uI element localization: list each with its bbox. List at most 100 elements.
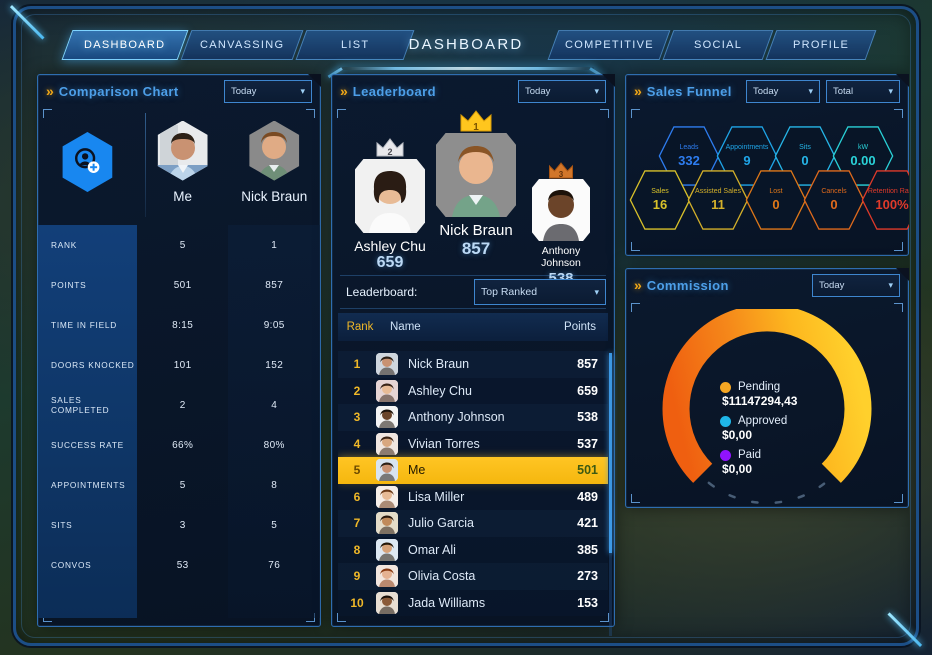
comparison-row-label: RANK — [51, 240, 78, 250]
comparison-row: SUCCESS RATE — [38, 425, 137, 465]
row-rank: 10 — [350, 595, 364, 610]
commission-legend-item: Paid $0,00 — [720, 449, 797, 476]
main-tab-bar: DASHBOARD CANVASSING LIST COMPETITIVE SO… — [23, 28, 909, 79]
comparison-value-other: 80% — [263, 439, 285, 451]
legend-label: Pending — [738, 381, 781, 393]
funnel-cell-value: 9 — [743, 152, 751, 168]
row-rank: 9 — [353, 569, 361, 584]
avatar — [249, 120, 300, 181]
comparison-values-me: 5 501 8:15 101 2 66% 5 3 53 — [137, 225, 229, 618]
avatar — [376, 432, 398, 455]
podium-points: 659 — [376, 254, 404, 271]
row-rank: 8 — [353, 542, 361, 557]
row-name: Vivian Torres — [408, 436, 480, 451]
funnel-hex-cell[interactable]: Retention Ratio100% — [861, 169, 909, 231]
comparison-row-labels: RANK POINTS TIME IN FIELD DOORS KNOCKED SALE… — [38, 225, 137, 618]
avatar — [376, 565, 398, 588]
podium-place-3[interactable]: 3 Anthony Johnson 538 — [522, 162, 600, 287]
leaderboard-row[interactable]: 4 Vivian Torres 537 — [338, 430, 608, 457]
leaderboard-row[interactable]: 1 Nick Braun 857 — [338, 351, 608, 378]
funnel-cell-value: 16 — [652, 196, 668, 212]
funnel-cell-label: kW — [857, 144, 869, 152]
comparison-value-me: 101 — [173, 359, 192, 371]
column-header-rank: Rank — [346, 321, 374, 333]
row-points: 537 — [577, 436, 598, 451]
comparison-row-label: APPOINTMENTS — [51, 480, 126, 490]
leaderboard-row[interactable]: 2 Ashley Chu 659 — [338, 377, 608, 404]
comparison-row-label: POINTS — [51, 280, 87, 290]
chevron-right-double-icon: » — [634, 277, 642, 293]
dropdown-value: Total — [833, 85, 854, 97]
leaderboard-row[interactable]: 3 Anthony Johnson 538 — [338, 404, 608, 431]
commission-body: Pending $11147294,43 Approved $0,00 Paid $0,0… — [626, 303, 908, 507]
row-rank: 2 — [353, 383, 361, 398]
comparison-row: APPOINTMENTS — [38, 465, 137, 505]
leaderboard-type-dropdown[interactable]: Top Ranked ▾ — [474, 279, 606, 305]
comparison-value-me: 501 — [173, 279, 192, 291]
funnel-hex-cell[interactable]: Sales 16 — [629, 169, 691, 231]
legend-label: Paid — [738, 449, 762, 461]
funnel-period-dropdown[interactable]: Today ▾ — [746, 79, 820, 103]
leaderboard-row[interactable]: 8 Omar Ali 385 — [338, 536, 608, 563]
scrollbar-thumb[interactable] — [609, 353, 612, 553]
row-name: Anthony Johnson — [408, 410, 505, 425]
page-title: DASHBOARD — [408, 36, 524, 53]
comparison-period-dropdown[interactable]: Today ▾ — [224, 79, 312, 103]
avatar — [436, 133, 516, 217]
leaderboard-scrollbar[interactable] — [609, 353, 612, 636]
leaderboard-period-dropdown[interactable]: Today ▾ — [518, 79, 606, 103]
leaderboard-row[interactable]: 10 Jada Williams 153 — [338, 589, 608, 616]
chevron-right-double-icon: » — [46, 83, 54, 99]
row-name: Lisa Miller — [408, 489, 465, 504]
commission-title: Commission — [646, 277, 729, 293]
row-rank: 3 — [353, 410, 361, 425]
tab-label: COMPETITIVE — [564, 39, 654, 51]
leaderboard-row[interactable]: 7 Julio Garcia 421 — [338, 510, 608, 537]
avatar — [376, 512, 398, 535]
commission-period-dropdown[interactable]: Today ▾ — [812, 273, 900, 297]
title-rule — [339, 67, 594, 70]
tab-label: CANVASSING — [199, 39, 285, 51]
add-person-cell[interactable] — [38, 107, 137, 217]
comparison-value-other: 76 — [268, 559, 281, 571]
comparison-row: DOORS KNOCKED — [38, 345, 137, 385]
funnel-hex-cell[interactable]: Assisted Sales 11 — [687, 169, 749, 231]
dropdown-value: Today — [231, 85, 257, 97]
funnel-hex-cell[interactable]: Cancels 0 — [803, 169, 865, 231]
podium-name: Nick Braun — [439, 222, 513, 239]
comparison-value-me: 3 — [179, 519, 186, 531]
podium-place-2[interactable]: 2 Ashley Chu 659 — [346, 138, 434, 272]
tab-profile[interactable]: PROFILE — [765, 30, 877, 60]
commission-panel: » Commission Today ▾ Pending $11147294,4… — [625, 268, 909, 508]
tab-label: SOCIAL — [693, 39, 743, 51]
leaderboard-row[interactable]: 6 Lisa Miller 489 — [338, 483, 608, 510]
row-name: Ashley Chu — [408, 383, 472, 398]
podium-place-1[interactable]: 1 Nick Braun 857 — [430, 110, 522, 259]
column-header-points: Points — [564, 321, 596, 333]
chevron-down-icon: ▾ — [808, 85, 813, 96]
leaderboard-row[interactable]: 9 Olivia Costa 273 — [338, 563, 608, 590]
avatar — [376, 485, 398, 508]
comparison-row: CONVOS — [38, 545, 137, 585]
tab-dashboard[interactable]: DASHBOARD — [61, 30, 189, 60]
comparison-row: RANK — [38, 225, 137, 265]
comparison-row: POINTS — [38, 265, 137, 305]
comparison-chart-body: Me Nick Braun RANK POINTS TIME IN FIELD … — [38, 107, 321, 626]
comparison-row-label: TIME IN FIELD — [51, 320, 117, 330]
comparison-value-other: 8 — [271, 479, 278, 491]
row-points: 489 — [577, 489, 598, 504]
commission-legend-item: Pending $11147294,43 — [720, 381, 797, 408]
funnel-hex-cell[interactable]: Lost 0 — [745, 169, 807, 231]
chevron-down-icon: ▾ — [594, 85, 599, 96]
tab-social[interactable]: SOCIAL — [662, 30, 774, 60]
podium-name: Ashley Chu — [354, 238, 426, 254]
legend-value: $11147294,43 — [722, 394, 798, 408]
screen: DASHBOARD CANVASSING LIST COMPETITIVE SO… — [23, 16, 909, 636]
funnel-cell-label: Sits — [799, 144, 811, 152]
funnel-scope-dropdown[interactable]: Total ▾ — [826, 79, 900, 103]
funnel-cell-value: 0 — [772, 196, 780, 212]
leaderboard-row[interactable]: 5 Me 501 — [338, 457, 608, 484]
chevron-right-double-icon: » — [340, 83, 348, 99]
tab-canvassing[interactable]: CANVASSING — [180, 30, 304, 60]
leaderboard-list[interactable]: 1 Nick Braun 857 2 Ashley Chu 659 3 Anthony Joh… — [338, 351, 608, 620]
